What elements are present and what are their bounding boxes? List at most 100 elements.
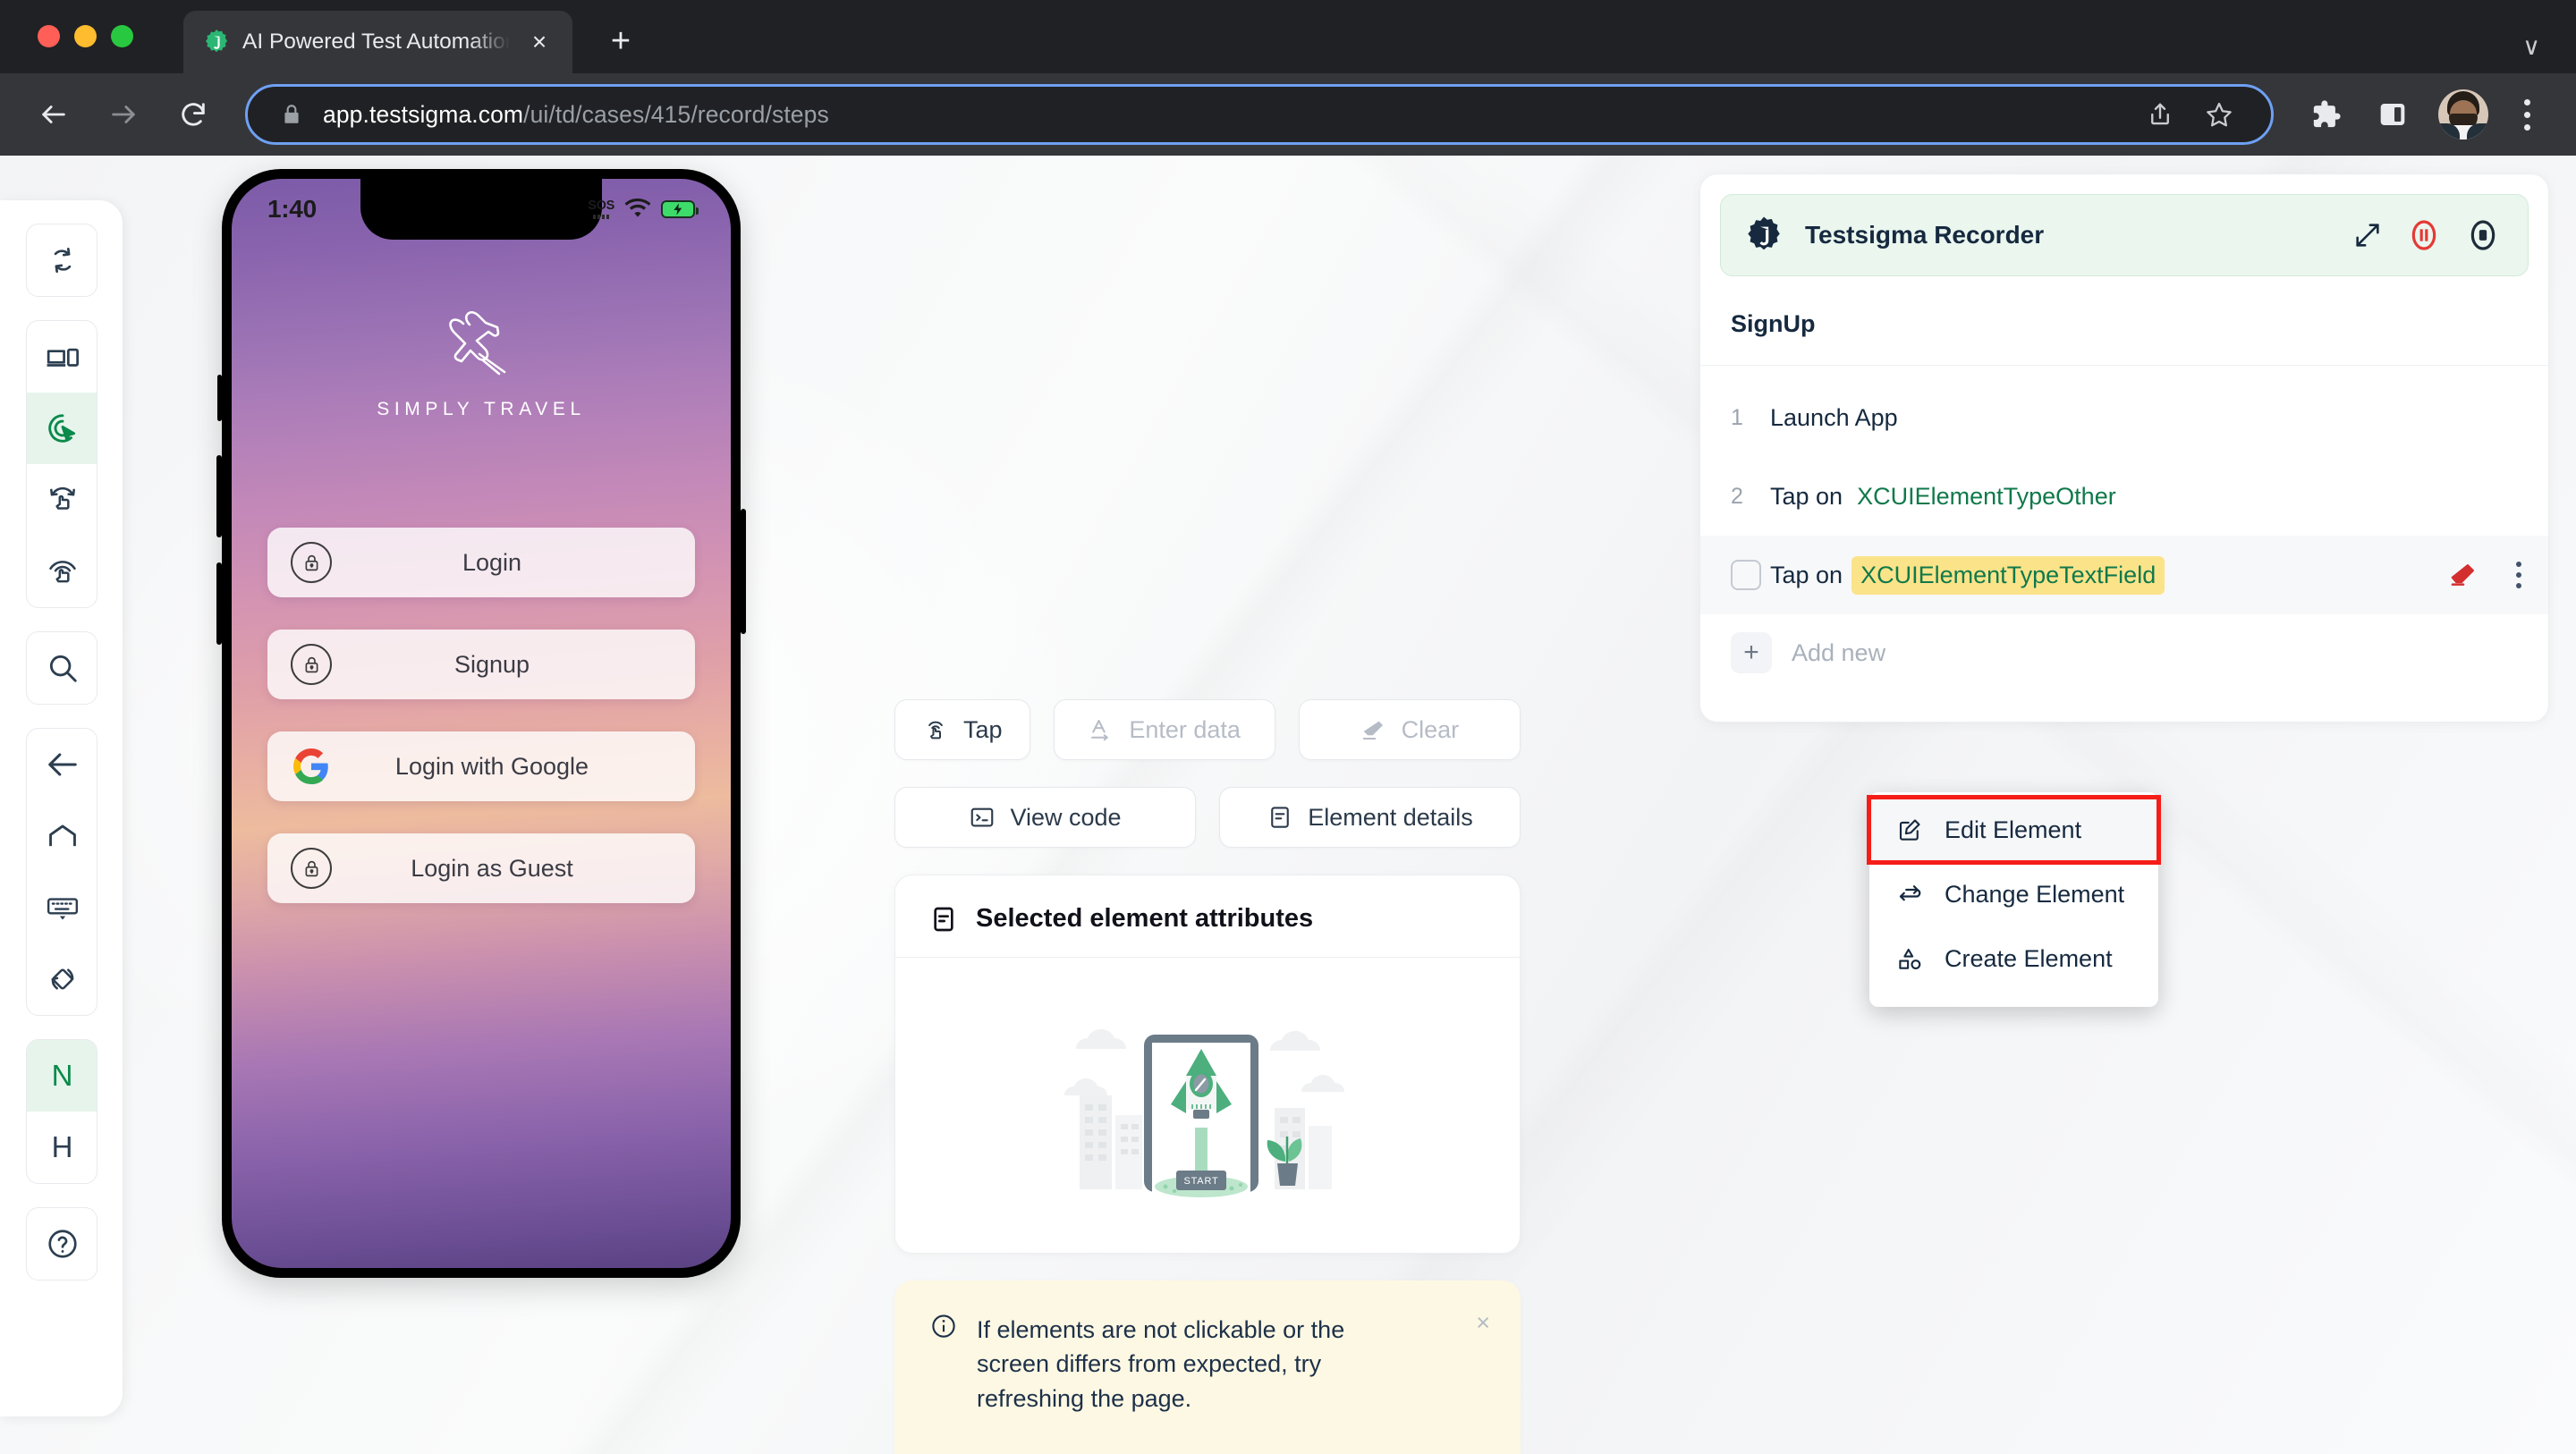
search-icon[interactable] — [27, 632, 97, 704]
element-details-button[interactable]: Element details — [1219, 787, 1521, 848]
add-new-step-row[interactable]: + Add new — [1700, 614, 2548, 682]
testsigma-gear-favicon — [203, 29, 230, 55]
app-button-list: Login Signup Login with Google Login as … — [267, 528, 695, 903]
status-indicators: SOS — [588, 199, 699, 220]
clear-button[interactable]: Clear — [1298, 699, 1521, 760]
pause-recording-button[interactable] — [2406, 217, 2442, 253]
url-text: app.testsigma.com/ui/td/cases/415/record… — [323, 101, 2115, 129]
device-mute-button — [217, 375, 222, 421]
device-screen[interactable]: 1:40 SOS SIMPLY TRAVEL Login Signup Logi… — [232, 179, 731, 1268]
tool-group-help — [25, 1207, 97, 1281]
forward-arrow-icon[interactable] — [91, 82, 156, 147]
notice-message: If elements are not clickable or the scr… — [977, 1316, 1345, 1412]
battery-charging-icon — [661, 200, 699, 218]
table-row[interactable]: 2 Tap on XCUIElementTypeOther — [1700, 457, 2548, 536]
menu-item-edit-element[interactable]: Edit Element — [1867, 795, 2161, 865]
details-icon — [929, 905, 958, 934]
star-icon[interactable] — [2194, 89, 2244, 139]
menu-item-change-element[interactable]: Change Element — [1869, 862, 2158, 926]
sos-label: SOS — [588, 199, 614, 214]
device-volume-down-button — [216, 562, 222, 645]
home-icon[interactable] — [27, 800, 97, 872]
shapes-icon — [1894, 945, 1925, 972]
extensions-puzzle-icon[interactable] — [2299, 87, 2354, 142]
tool-group-refresh — [25, 224, 97, 297]
step-checkbox[interactable] — [1731, 560, 1761, 590]
device-screen-icon[interactable] — [27, 321, 97, 393]
menu-item-create-element[interactable]: Create Element — [1869, 926, 2158, 991]
menu-item-create-element-label: Create Element — [1945, 944, 2113, 972]
close-icon[interactable]: × — [1476, 1311, 1490, 1335]
recorder-header: Testsigma Recorder — [1720, 194, 2529, 276]
page-content: N H 1:40 SOS SIMPLY TRAVEL Login Signup … — [0, 156, 2576, 1454]
menu-item-change-element-label: Change Element — [1945, 880, 2125, 908]
maximize-window-button[interactable] — [111, 25, 133, 47]
close-tab-button[interactable]: × — [522, 25, 556, 59]
app-login-google-button[interactable]: Login with Google — [267, 731, 695, 801]
reload-icon[interactable] — [161, 82, 225, 147]
profile-avatar[interactable] — [2438, 89, 2488, 139]
eraser-delete-icon[interactable] — [2448, 560, 2479, 590]
share-icon[interactable] — [2135, 89, 2185, 139]
recorder-title: Testsigma Recorder — [1805, 221, 2045, 249]
keyboard-icon[interactable] — [27, 872, 97, 943]
tool-group-search — [25, 631, 97, 705]
swap-arrow-icon — [1894, 881, 1925, 908]
three-dot-menu-icon[interactable] — [2516, 562, 2521, 588]
close-window-button[interactable] — [38, 25, 60, 47]
hybrid-mode-button[interactable]: H — [27, 1112, 97, 1183]
app-login-guest-button[interactable]: Login as Guest — [267, 833, 695, 903]
new-tab-button[interactable]: + — [599, 20, 642, 63]
device-status-bar: 1:40 SOS — [232, 179, 731, 240]
address-bar[interactable]: app.testsigma.com/ui/td/cases/415/record… — [245, 84, 2274, 145]
element-details-label: Element details — [1308, 803, 1473, 831]
lock-circle-icon — [291, 644, 332, 685]
info-icon — [930, 1313, 957, 1416]
svg-text:START: START — [1183, 1176, 1218, 1187]
tap-action-button[interactable]: Tap — [894, 699, 1030, 760]
step-number: 1 — [1731, 404, 1743, 430]
swipe-icon[interactable] — [27, 464, 97, 536]
minimize-window-button[interactable] — [74, 25, 97, 47]
step-action: Tap on — [1770, 561, 1843, 588]
notice-body: If elements are not clickable or the scr… — [930, 1313, 1485, 1416]
inspector-column: Tap Enter data Clear View code Element d… — [894, 699, 1521, 1454]
app-signup-button[interactable]: Signup — [267, 630, 695, 699]
table-row[interactable]: Tap on XCUIElementTypeTextField — [1700, 536, 2548, 614]
url-path: /ui/td/cases/415/record/steps — [523, 100, 829, 128]
collapse-icon[interactable] — [2352, 220, 2383, 250]
step-action: Launch App — [1770, 403, 1898, 431]
recorded-steps-list: 1 Launch App 2 Tap on XCUIElementTypeOth… — [1700, 366, 2548, 682]
stop-recording-button[interactable] — [2465, 217, 2501, 253]
chevron-down-icon[interactable]: ∨ — [2522, 35, 2540, 59]
enter-data-label: Enter data — [1129, 715, 1241, 743]
view-code-label: View code — [1010, 803, 1122, 831]
app-login-google-label: Login with Google — [394, 752, 589, 780]
three-dot-menu-icon[interactable] — [2503, 87, 2551, 142]
side-panel-icon[interactable] — [2365, 87, 2420, 142]
browser-tab[interactable]: AI Powered Test Automation Pl × — [183, 11, 572, 73]
enter-data-button[interactable]: Enter data — [1053, 699, 1275, 760]
testsigma-gear-icon — [1744, 216, 1784, 255]
app-login-button[interactable]: Login — [267, 528, 695, 597]
view-code-button[interactable]: View code — [894, 787, 1196, 848]
long-press-icon[interactable] — [27, 536, 97, 607]
lock-circle-icon — [291, 542, 332, 583]
sos-icon: SOS — [588, 199, 614, 219]
refresh-sync-icon[interactable] — [27, 224, 97, 296]
tool-group-navigation — [25, 728, 97, 1016]
tap-select-icon[interactable] — [26, 393, 97, 464]
recorder-controls — [2352, 217, 2501, 253]
step-action: Tap on — [1770, 482, 1843, 510]
airplane-icon — [433, 306, 530, 383]
help-icon[interactable] — [27, 1208, 97, 1280]
native-mode-button[interactable]: N — [26, 1040, 97, 1112]
step-element[interactable]: XCUIElementTypeTextField — [1852, 555, 2165, 595]
device-mockup: 1:40 SOS SIMPLY TRAVEL Login Signup Logi… — [216, 169, 746, 1278]
device-power-button — [741, 509, 746, 634]
back-arrow-icon[interactable] — [21, 82, 86, 147]
rocket-launch-illustration: START — [1060, 995, 1355, 1201]
table-row[interactable]: 1 Launch App — [1700, 378, 2548, 457]
back-arrow-icon[interactable] — [27, 729, 97, 800]
rotate-device-icon[interactable] — [27, 943, 97, 1015]
